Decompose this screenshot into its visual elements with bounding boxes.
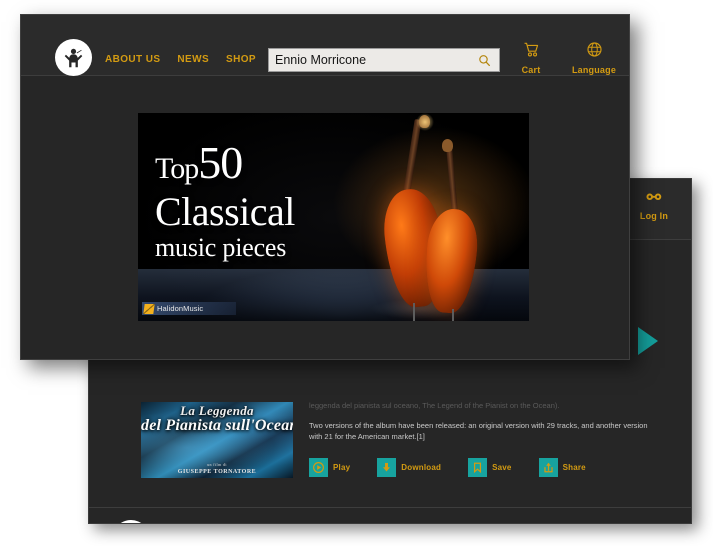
cart-icon xyxy=(508,41,554,63)
language-button[interactable]: Language xyxy=(571,41,617,75)
album-description-block: leggenda del pianista sul oceano, The Le… xyxy=(309,400,661,442)
language-label: Language xyxy=(571,65,617,75)
watermark-label: HalidonMusic xyxy=(157,304,204,313)
foreground-window[interactable]: ABOUT US NEWS SHOP Ennio Morricone Cart … xyxy=(20,14,630,360)
play-triangle-icon[interactable] xyxy=(638,327,658,355)
play-circle-icon xyxy=(309,458,328,477)
site-logo[interactable] xyxy=(55,39,92,76)
play-button[interactable]: Play xyxy=(309,458,350,477)
double-bass-neck-2 xyxy=(445,142,459,218)
album-description-faded: leggenda del pianista sul oceano, The Le… xyxy=(309,401,560,410)
globe-icon xyxy=(571,41,617,63)
video-title-overlay: Top50 Classical music pieces xyxy=(155,140,365,263)
share-upload-icon xyxy=(538,458,558,477)
search-input[interactable] xyxy=(269,52,474,68)
bg-utility-login[interactable]: ⚯ Log In xyxy=(631,187,677,221)
download-icon xyxy=(377,458,397,477)
user-gear-icon: ⚯ xyxy=(646,188,662,207)
share-button[interactable]: Share xyxy=(538,458,586,477)
video-title-number: 50 xyxy=(198,137,243,188)
main-nav: ABOUT US NEWS SHOP xyxy=(105,54,256,65)
bookmark-icon xyxy=(468,458,488,477)
save-button[interactable]: Save xyxy=(468,458,511,477)
album-cover-art[interactable]: La Leggenda del Pianista sull'Oceano un … xyxy=(141,402,293,478)
cart-button[interactable]: Cart xyxy=(508,41,554,75)
search-bar[interactable] xyxy=(268,48,500,72)
download-button[interactable]: Download xyxy=(377,458,441,477)
double-bass-scroll-2 xyxy=(442,139,453,152)
album-action-buttons: Play Download Save Share xyxy=(309,458,586,477)
share-button-label: Share xyxy=(562,463,586,472)
footer-logo[interactable] xyxy=(112,520,150,523)
highlight-glow xyxy=(416,113,434,131)
album-description: Two versions of the album have been rele… xyxy=(309,421,648,441)
video-watermark: HalidonMusic xyxy=(142,302,236,315)
album-art-director-prefix: un film di xyxy=(207,462,227,467)
halidon-badge-icon xyxy=(143,303,155,314)
album-art-credit: GIUSEPPE TORNATORE xyxy=(177,469,257,475)
video-title-line2: Classical xyxy=(155,189,295,234)
album-art-title-line2: del Pianista sull'Oceano xyxy=(141,417,293,434)
download-button-label: Download xyxy=(401,463,442,472)
footer-brand-and-socials xyxy=(112,520,330,523)
play-button-label: Play xyxy=(333,463,351,472)
cart-label: Cart xyxy=(521,65,541,75)
video-title-line3: music pieces xyxy=(155,233,287,262)
double-bass-endpin-1 xyxy=(413,303,415,321)
double-bass-endpin-2 xyxy=(452,309,454,321)
site-header: ABOUT US NEWS SHOP Ennio Morricone Cart … xyxy=(21,15,629,76)
video-player[interactable]: Top50 Classical music pieces HalidonMusi… xyxy=(138,113,529,321)
save-button-label: Save xyxy=(492,463,512,472)
bg-utility-login-label: Log In xyxy=(639,211,669,221)
nav-shop[interactable]: SHOP xyxy=(226,54,256,65)
search-icon[interactable] xyxy=(474,54,499,67)
video-title-top-word: Top xyxy=(155,152,199,185)
nav-about-us[interactable]: ABOUT US xyxy=(105,54,160,65)
header-utilities: Cart Language xyxy=(508,41,629,75)
video-title-line1: Top50 xyxy=(155,140,365,191)
page-footer: © Neverlandseeker Orchestra Support Priv… xyxy=(89,507,691,523)
nav-news[interactable]: NEWS xyxy=(177,54,209,65)
album-section: La Leggenda del Pianista sull'Oceano un … xyxy=(141,400,661,487)
